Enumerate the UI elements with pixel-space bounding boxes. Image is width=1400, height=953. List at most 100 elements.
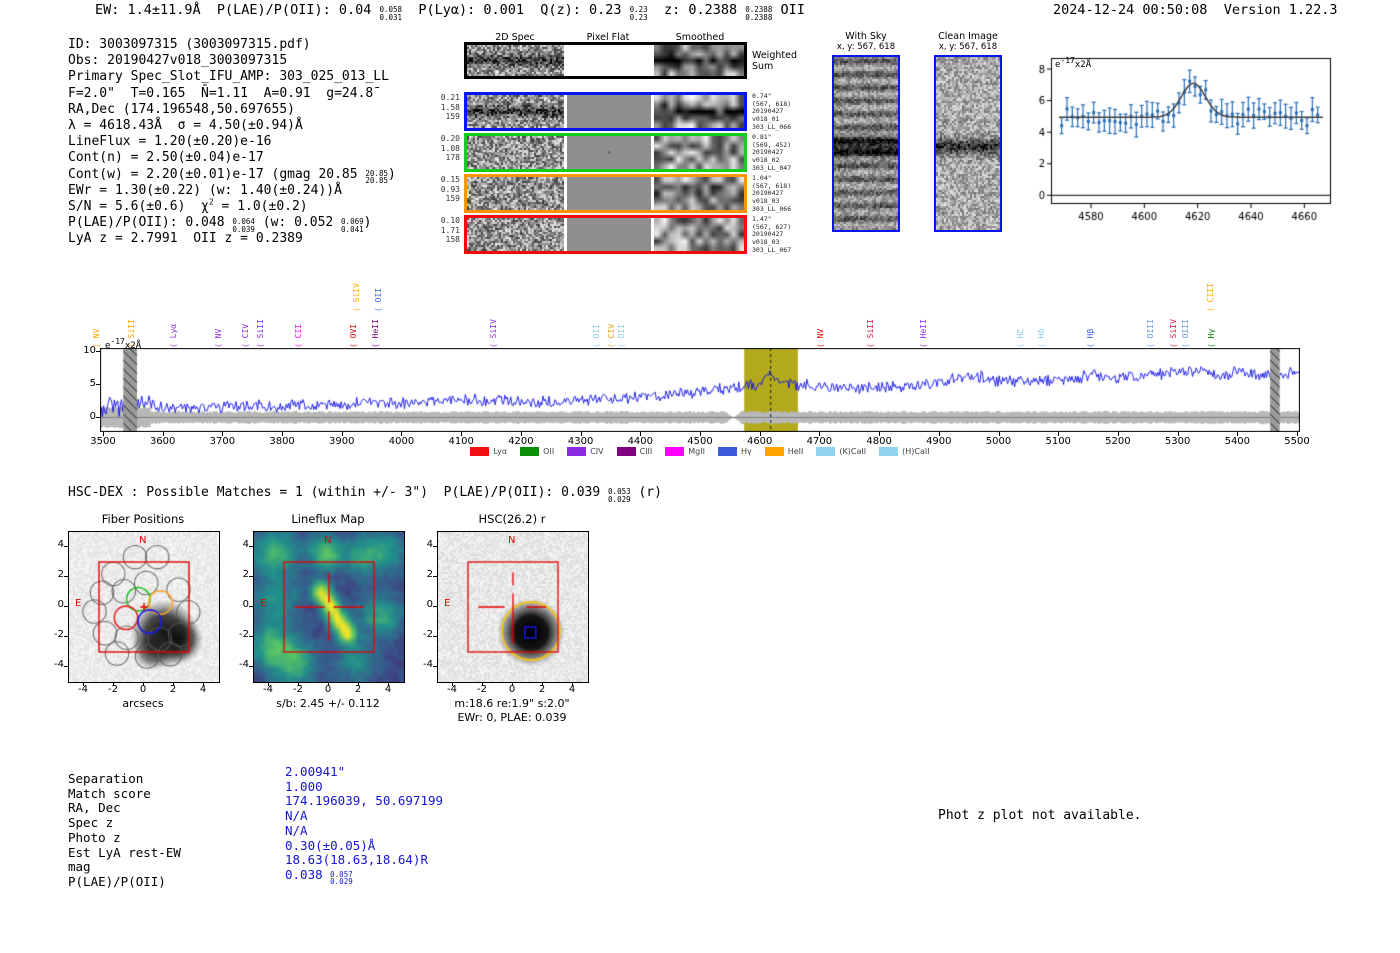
legend-label: CIV (590, 447, 604, 456)
spectrum-x-tick: 4700 (806, 436, 833, 447)
fiber-id-line: 303_LL_067 (752, 245, 792, 254)
match-row-label: Est LyA rest-EW (68, 844, 181, 860)
fiber-id-line: 303_LL_047 (752, 163, 792, 172)
legend-swatch (879, 447, 899, 456)
weighted-sum-label: Weighted Sum (752, 50, 812, 72)
spectrum-x-tickmark (580, 432, 582, 436)
weight-value: 1.58 (440, 102, 460, 112)
hsc-panel-title: HSC(26.2) r (478, 512, 546, 526)
y-tickmark (433, 606, 437, 607)
x-tickmark (203, 682, 204, 686)
y-tick-label: 0 (242, 599, 249, 610)
y-tick-label: -2 (54, 629, 64, 640)
legend-label: Hγ (740, 447, 752, 456)
emission-line-label-ciii: ( CIII (1205, 283, 1215, 312)
stacked-fraction: 0.057 0.029 (330, 871, 353, 886)
spectrum-y-tick: 10 (83, 345, 96, 357)
match-row-value: 0.30(±0.05)Å (285, 837, 376, 853)
emission-line-label-hγ: ( Hγ (1206, 328, 1216, 348)
fiber-weight-labels: 0.20 1.08 178 (437, 134, 460, 163)
emission-line-label-siii: ( SiII (866, 319, 876, 348)
detection-info-block: ID: 3003097315 (3003097315.pdf) Obs: 2019… (68, 37, 396, 247)
match-row-label: P(LAE)/P(OII) (68, 873, 166, 889)
spectrum-x-tickmark (1177, 432, 1179, 436)
spectrum-x-tickmark (1117, 432, 1119, 436)
clean-image-title: Clean Image (938, 31, 998, 42)
emission-line-label-oii: ( OII (374, 287, 384, 312)
weight-value: 178 (445, 153, 460, 162)
y-tickmark (249, 546, 253, 547)
legend-item: HeII (764, 447, 803, 456)
x-tickmark (512, 682, 513, 686)
emission-line-label-civ: ( CIV (606, 323, 616, 348)
emission-line-label-hζ: ( Hζ (1015, 328, 1025, 348)
spectrum-x-tick: 4200 (508, 436, 534, 447)
spectrum-y-tick: 0 (89, 411, 96, 423)
spectrum-y-tickmark (96, 417, 100, 419)
hsc-x-axis-label: m:18.6 re:1.9" s:2.0" (454, 697, 570, 710)
x-tickmark (143, 682, 144, 686)
spec2d-cell-smooth (654, 136, 744, 169)
spectrum-x-tickmark (222, 432, 224, 436)
north-label: N (508, 535, 516, 546)
match-row-value: N/A (285, 808, 308, 824)
spectrum-x-tickmark (938, 432, 940, 436)
spec2d-cell-spec (467, 177, 564, 210)
spectrum-x-tickmark (640, 432, 642, 436)
spec2d-row (464, 42, 747, 79)
spec2d-cell-spec (467, 45, 564, 76)
info-line: EWr = 1.30(±0.22) (w: 1.40(±0.24))Å (68, 182, 342, 198)
spectrum-x-tickmark (700, 432, 701, 436)
weight-value: 1.71 (440, 225, 460, 235)
version-label: Version 1.22.3 (1223, 2, 1338, 18)
spectrum-x-tickmark (759, 432, 761, 436)
y-tickmark (64, 546, 68, 547)
spectrum-y-tickmark (96, 351, 100, 353)
spectrum-x-tickmark (1058, 432, 1060, 436)
lineflux-panel-title: Lineflux Map (291, 512, 365, 526)
match-row-label: Photo z (68, 829, 121, 845)
spectrum-x-tick: 3600 (149, 436, 176, 447)
hsc-ew-plae-label: EWr: 0, PLAE: 0.039 (457, 711, 567, 724)
emission-line-label-hδ: ( Hδ (1036, 328, 1046, 348)
spectrum-legend: Lyα OII CIV CIII MgII Hγ HeII (K)CaII (H)CaII (420, 447, 980, 456)
weighted-sum-line: Sum (752, 61, 774, 72)
y-tickmark (249, 636, 253, 637)
info-line: Cont(n) = 2.50(±0.04)e-17 (68, 150, 264, 166)
spec2d-cell-spec (467, 95, 564, 128)
y-tick-label: 2 (242, 569, 249, 580)
spectrum-x-tickmark (461, 432, 463, 436)
fit-plot-unit-label: e-17x2Å (1055, 56, 1092, 71)
spec2d-cell-smooth (654, 95, 744, 128)
y-tick-label: 4 (426, 539, 433, 550)
spectrum-x-tickmark (282, 432, 284, 436)
spec2d-cell-flat (567, 218, 651, 251)
y-tick-label: 2 (426, 569, 433, 580)
spectrum-x-tick: 3700 (209, 436, 236, 447)
spectrum-x-tick: 3500 (90, 436, 116, 447)
x-tickmark (173, 682, 174, 686)
spec2d-cell-spec (467, 136, 564, 169)
with-sky-coords: x, y: 567, 618 (836, 42, 896, 52)
emission-line-label-nv: ( NV (214, 328, 224, 348)
spectrum-x-tick: 5400 (1224, 436, 1251, 447)
spectrum-x-tick: 4800 (866, 436, 892, 447)
superscript: -17 (1060, 56, 1075, 65)
spectrum-x-tickmark (520, 432, 522, 436)
spectrum-x-tickmark (162, 432, 164, 436)
x-tickmark (298, 682, 299, 686)
legend-item: CIV (567, 447, 604, 456)
emission-line-label-hβ: ( Hβ (1085, 328, 1095, 348)
stacked-fraction: 20.85 20.85 (365, 169, 388, 185)
y-tick-label: 4 (242, 539, 249, 550)
emission-line-label-siii: ( SiII (255, 319, 265, 348)
fiber-weight-labels: 0.15 0.93 159 (437, 175, 460, 204)
legend-swatch (567, 447, 587, 456)
legend-item: OII (520, 447, 554, 456)
weight-value: 159 (445, 112, 460, 121)
weight-value: 0.93 (440, 184, 460, 194)
legend-item: (H)CaII (879, 447, 930, 456)
fiber-id-line: 303_LL_066 (752, 122, 792, 131)
match-row-value: 18.63(18.63,18.64)R (285, 852, 428, 868)
spectrum-y-tickmark (96, 384, 100, 386)
